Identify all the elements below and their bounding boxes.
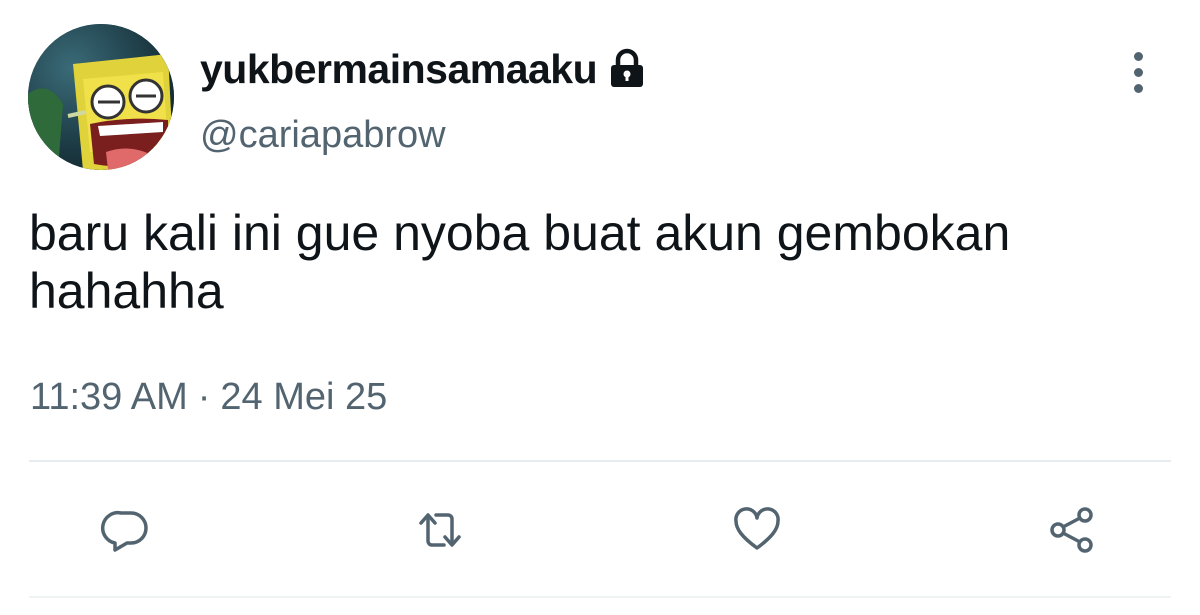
display-name-row: yukbermainsamaaku [200, 44, 649, 94]
tweet-text: baru kali ini gue nyoba buat akun gembok… [29, 205, 1011, 319]
lock-icon [605, 47, 649, 91]
divider [29, 460, 1171, 462]
retweet-button[interactable] [410, 500, 470, 560]
tweet-time[interactable]: 11:39 AM [30, 376, 188, 418]
more-options-button[interactable] [1116, 46, 1160, 98]
share-icon [1050, 507, 1093, 553]
retweet-icon [419, 513, 461, 547]
tweet-meta: 11:39 AM · 24 Mei 25 [30, 376, 387, 419]
meta-separator: · [197, 376, 211, 418]
like-button[interactable] [727, 500, 787, 560]
user-handle[interactable]: @cariapabrow [200, 114, 446, 157]
heart-icon [734, 507, 780, 550]
reply-icon [101, 510, 148, 552]
more-vertical-icon-dot [1133, 83, 1143, 93]
share-button[interactable] [1042, 500, 1102, 560]
bottom-divider [29, 596, 1171, 598]
more-vertical-icon [1133, 51, 1143, 61]
more-vertical-icon-dot [1133, 67, 1143, 77]
avatar-image [28, 24, 174, 170]
tweet-date[interactable]: 24 Mei 25 [220, 376, 387, 418]
avatar[interactable] [28, 24, 174, 170]
reply-button[interactable] [96, 500, 156, 560]
display-name[interactable]: yukbermainsamaaku [200, 46, 598, 93]
